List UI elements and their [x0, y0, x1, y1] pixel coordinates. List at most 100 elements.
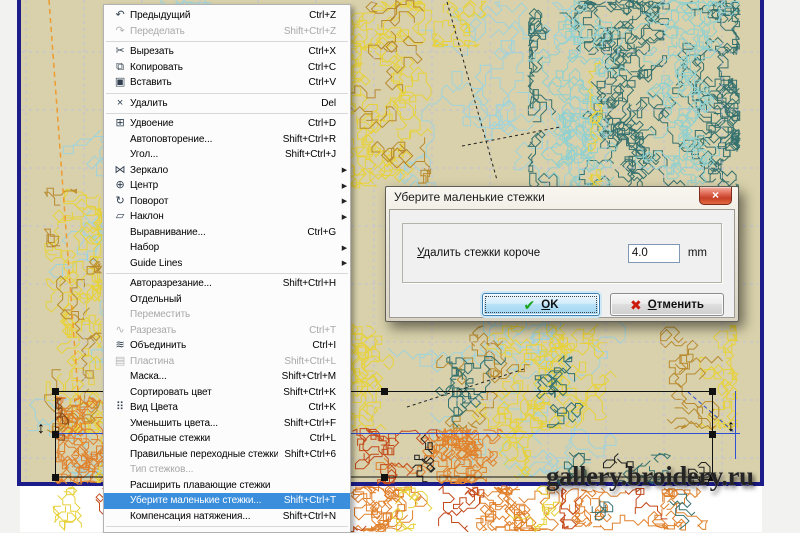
- menu-item-label: Сортировать цвет: [130, 387, 277, 398]
- menu-item-label: Поворот: [130, 196, 330, 207]
- selection-handle[interactable]: [381, 474, 388, 481]
- menu-item-duplicate[interactable]: ⊞УдвоениеCtrl+D: [104, 116, 350, 132]
- menu-item-reduce-colors[interactable]: Уменьшить цвета...Shift+Ctrl+F: [104, 416, 350, 432]
- menu-item-label: Удвоение: [130, 118, 302, 129]
- menu-item-shortcut: Shift+Ctrl+K: [283, 387, 336, 398]
- resize-cursor-right-icon: ↕: [727, 419, 735, 435]
- menu-item-label: Маска...: [130, 371, 276, 382]
- menu-item-set[interactable]: Набор▶: [104, 240, 350, 256]
- menu-item-label: Удалить: [130, 98, 315, 109]
- check-icon: ✔: [524, 298, 536, 312]
- menu-item-mask[interactable]: Маска... Shift+Ctrl+M: [104, 369, 350, 385]
- unit-label: mm: [688, 247, 707, 259]
- menu-item-cut[interactable]: ✂Вырезать Ctrl+X: [104, 44, 350, 60]
- menu-item-reverse-stitches[interactable]: Обратные стежкиCtrl+L: [104, 431, 350, 447]
- menu-item-transition-stitches[interactable]: Правильные переходные стежкиShift+Ctrl+6: [104, 447, 350, 463]
- menu-item-sort-color[interactable]: Сортировать цвет Shift+Ctrl+K: [104, 385, 350, 401]
- menu-item-undo[interactable]: ↶Предыдущий Ctrl+Z: [104, 8, 350, 24]
- menu-item-autosplit[interactable]: Авторазрезание... Shift+Ctrl+H: [104, 276, 350, 292]
- close-icon: ×: [712, 188, 719, 202]
- menu-item-paste[interactable]: ▣ВставитьCtrl+V: [104, 75, 350, 91]
- menu-item-shortcut: Ctrl+G: [307, 227, 336, 238]
- menu-item-guide-lines[interactable]: Guide Lines▶: [104, 256, 350, 272]
- menu-item-label: Вырезать: [130, 46, 303, 57]
- menu-item-copy[interactable]: ⧉КопироватьCtrl+C: [104, 60, 350, 76]
- menu-item-shortcut: Ctrl+X: [309, 46, 336, 57]
- cut-icon: ✂: [110, 46, 130, 57]
- menu-item-shortcut: Ctrl+K: [309, 402, 336, 413]
- menu-item-label: Набор: [130, 242, 330, 253]
- selection-handle[interactable]: [709, 431, 716, 438]
- menu-item-angle[interactable]: Угол...Shift+Ctrl+J: [104, 147, 350, 163]
- menu-item-label: Уберите маленькие стежки...: [130, 495, 278, 506]
- menu-item-label: Центр: [130, 180, 330, 191]
- menu-item-shortcut: Shift+Ctrl+6: [284, 449, 336, 460]
- menu-item-label: Вид Цвета: [130, 402, 303, 413]
- menu-item-separate[interactable]: Отдельный: [104, 292, 350, 308]
- menu-item-plate: ▤ПластинаShift+Ctrl+L: [104, 354, 350, 370]
- menu-item-mirror[interactable]: ⋈Зеркало▶: [104, 163, 350, 179]
- menu-item-shortcut: Del: [321, 98, 336, 109]
- copy-icon: ⧉: [110, 62, 130, 73]
- design-border-left: [17, 0, 21, 486]
- submenu-arrow-icon: ▶: [338, 213, 347, 221]
- menu-item-delete[interactable]: ×Удалить Del: [104, 96, 350, 112]
- menu-separator: [106, 93, 348, 94]
- dialog-title: Уберите маленькие стежки: [394, 187, 545, 208]
- menu-item-shortcut: Shift+Ctrl+M: [282, 371, 336, 382]
- selection-handle[interactable]: [52, 431, 59, 438]
- selection-handle[interactable]: [709, 388, 716, 395]
- menu-separator: [106, 113, 348, 114]
- selection-handle[interactable]: [52, 388, 59, 395]
- menu-item-pull-compensation[interactable]: Компенсация натяжения...Shift+Ctrl+N: [104, 509, 350, 525]
- ok-button[interactable]: ✔ OK: [482, 293, 600, 316]
- menu-item-redo: ↷Переделать Shift+Ctrl+Z: [104, 24, 350, 40]
- selection-handle[interactable]: [381, 388, 388, 395]
- menu-item-extend-floating[interactable]: Расширить плавающие стежки: [104, 478, 350, 494]
- menu-item-join[interactable]: ≋ОбъединитьCtrl+I: [104, 338, 350, 354]
- design-border-right: [760, 0, 764, 486]
- center-icon: ⊕: [110, 180, 130, 191]
- menu-item-label: Переместить: [130, 309, 330, 320]
- submenu-arrow-icon: ▶: [338, 197, 347, 205]
- menu-item-label: Наклон: [130, 211, 330, 222]
- menu-item-rotate[interactable]: ↻Поворот▶: [104, 194, 350, 210]
- stitch-length-input[interactable]: [628, 244, 680, 263]
- menu-item-label: Разрезать: [130, 325, 303, 336]
- menu-item-autorepeat[interactable]: Автоповторение... Shift+Ctrl+R: [104, 132, 350, 148]
- menu-item-label: Автоповторение...: [130, 134, 277, 145]
- submenu-arrow-icon: ▶: [338, 166, 347, 174]
- cancel-button[interactable]: ✖ Отменить: [610, 293, 724, 316]
- menu-item-move: Переместить: [104, 307, 350, 323]
- menu-item-alignment[interactable]: Выравнивание...Ctrl+G: [104, 225, 350, 241]
- menu-item-shortcut: Shift+Ctrl+Z: [284, 26, 336, 37]
- remove-small-stitches-dialog: Уберите маленькие стежки × Удалить стежк…: [385, 186, 739, 322]
- menu-item-shortcut: Shift+Ctrl+R: [283, 134, 336, 145]
- selection-handle[interactable]: [52, 474, 59, 481]
- watermark: gallery.broidery.ru: [546, 461, 754, 492]
- menu-item-skew[interactable]: ▱Наклон▶: [104, 209, 350, 225]
- menu-item-label: Пластина: [130, 356, 278, 367]
- menu-item-center[interactable]: ⊕Центр▶: [104, 178, 350, 194]
- undo-icon: ↶: [110, 10, 130, 21]
- menu-item-shortcut: Ctrl+Z: [309, 10, 336, 21]
- close-button[interactable]: ×: [699, 187, 732, 205]
- delete-icon: ×: [110, 98, 130, 109]
- menu-item-color-view[interactable]: ⠿Вид ЦветаCtrl+K: [104, 400, 350, 416]
- menu-item-label: Переделать: [130, 26, 278, 37]
- menu-item-shortcut: Shift+Ctrl+H: [283, 278, 336, 289]
- menu-item-shortcut: Shift+Ctrl+F: [284, 418, 336, 429]
- redo-icon: ↷: [110, 26, 130, 37]
- menu-item-split: ∿РазрезатьCtrl+T: [104, 323, 350, 339]
- menu-item-label: Отдельный: [130, 294, 330, 305]
- menu-item-label: Авторазрезание...: [130, 278, 277, 289]
- ok-button-label: OK: [541, 299, 558, 311]
- menu-item-shortcut: Ctrl+L: [310, 433, 336, 444]
- menu-separator: [106, 41, 348, 42]
- menu-item-remove-small-stitches[interactable]: Уберите маленькие стежки...Shift+Ctrl+T: [104, 493, 350, 509]
- cancel-button-label: Отменить: [648, 299, 704, 311]
- menu-separator: [106, 526, 348, 527]
- menu-item-shortcut: Ctrl+T: [309, 325, 336, 336]
- paste-icon: ▣: [110, 77, 130, 88]
- menu-item-label: Предыдущий: [130, 10, 303, 21]
